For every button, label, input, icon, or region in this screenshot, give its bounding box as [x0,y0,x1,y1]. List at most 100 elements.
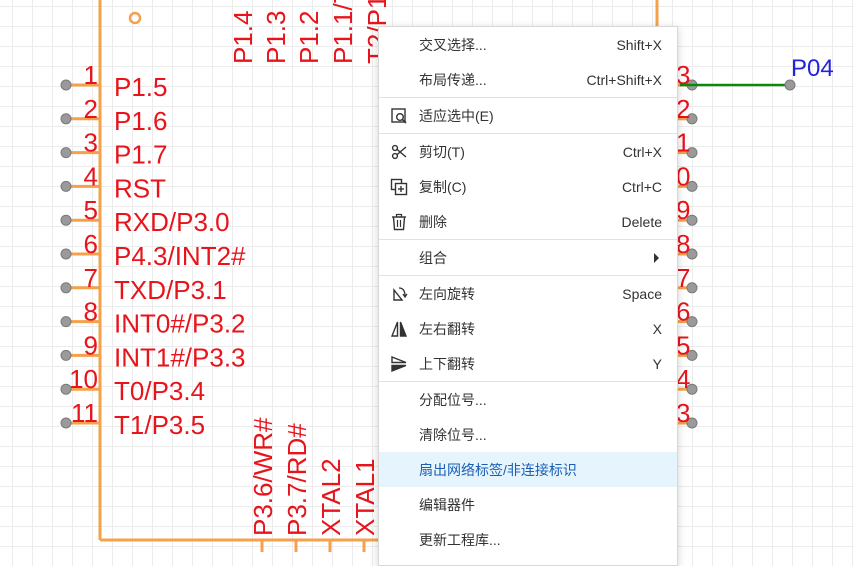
left-pin-dot[interactable] [60,282,72,294]
left-pin-name: RST [114,173,166,203]
menu-item[interactable]: 复制(C) Ctrl+C [379,169,677,204]
menu-item[interactable]: 剪切(T) Ctrl+X [379,134,677,169]
left-pin-dot[interactable] [60,113,72,125]
left-pin-dot[interactable] [60,349,72,361]
menu-item[interactable]: 左右翻转 X [379,311,677,346]
menu-item-label: 复制(C) [419,178,467,195]
menu-item-shortcut: Ctrl+C [621,178,662,195]
left-pin-number: 9 [84,330,98,360]
menu-item-label: 布局传递... [419,71,487,88]
flip-vertical-icon [379,346,419,381]
copy-icon [379,169,419,204]
menu-item-label: 左右翻转 [419,320,475,337]
menu-item-shortcut: Ctrl+X [622,143,662,160]
context-menu: 交叉选择... Shift+X 布局传递... Ctrl+Shift+X 适应选中(E)… [378,26,678,566]
menu-item-shortcut: Delete [621,213,662,230]
left-pin-name: TXD/P3.1 [114,275,227,305]
submenu-arrow-icon [654,253,659,263]
left-pin-number: 8 [84,297,98,327]
menu-item[interactable]: 删除 Delete [379,204,677,239]
left-pin-number: 3 [84,128,98,158]
menu-item-label: 编辑器件 [419,496,475,513]
top-pin-name: P1.4 [228,11,258,65]
menu-item-label: 更新工程库... [419,531,501,548]
flip-horizontal-icon [379,311,419,346]
left-pin-name: P1.5 [114,72,168,102]
net-label[interactable]: P04 [791,55,834,82]
menu-item-label: 扇出网络标签/非连接标识 [419,461,577,478]
left-pin-name: P1.6 [114,106,168,136]
menu-item[interactable]: 组合 [379,240,677,275]
menu-icon-slot [379,27,419,62]
left-pin-number: 2 [84,94,98,124]
bottom-pin-name: P3.6/WR# [248,417,278,536]
right-pin-number: 1 [676,128,690,158]
rotate-left-icon [379,276,419,311]
left-pin-number: 5 [84,195,98,225]
menu-item[interactable]: 交叉选择... Shift+X [379,27,677,62]
left-pin-dot[interactable] [60,79,72,91]
left-pin-number: 7 [84,263,98,293]
right-pin-number: 4 [676,364,690,394]
menu-item[interactable]: 扇出网络标签/非连接标识 [379,452,677,487]
menu-item[interactable]: 编辑器件 [379,487,677,522]
left-pin-name: INT1#/P3.3 [114,342,246,372]
right-pin-number: 6 [676,297,690,327]
left-pin-dot[interactable] [60,248,72,260]
menu-item-label: 左向旋转 [419,285,475,302]
left-pin-number: 4 [84,161,98,191]
right-pin-number: 0 [676,161,690,191]
left-pin-name: P1.7 [114,140,168,170]
menu-item-label: 清除位号... [419,426,487,443]
left-pin-name: RXD/P3.0 [114,207,230,237]
left-pin-number: 10 [69,364,98,394]
left-pin-dot[interactable] [60,214,72,226]
right-pin-number: 9 [676,195,690,225]
menu-item-label: 剪切(T) [419,143,465,160]
left-pin-dot[interactable] [60,417,72,429]
bottom-pin-name: XTAL2 [316,458,346,536]
right-pin-number: 2 [676,94,690,124]
menu-item[interactable]: 清除位号... [379,417,677,452]
left-pin-number: 1 [84,60,98,90]
menu-item[interactable]: 上下翻转 Y [379,346,677,381]
right-pin-number: 5 [676,330,690,360]
zoom-fit-selection-icon [379,98,419,133]
top-pin-name: P1.1/T2EX [328,0,358,64]
menu-item-label: 分配位号... [419,391,487,408]
left-pin-dot[interactable] [60,147,72,159]
left-pin-number: 6 [84,229,98,259]
menu-item-label: 组合 [419,249,447,266]
menu-item[interactable]: 适应选中(E) [379,98,677,133]
menu-item-shortcut: X [652,320,662,337]
bottom-pin-name: XTAL1 [350,458,380,536]
menu-item-label: 交叉选择... [419,36,487,53]
left-pin-name: T1/P3.5 [114,410,205,440]
menu-icon-slot [379,417,419,452]
left-pin-number: 11 [71,398,98,428]
right-pin-number: 8 [676,229,690,259]
right-pin-number: 3 [676,398,690,428]
menu-item[interactable]: 左向旋转 Space [379,276,677,311]
left-pin-name: P4.3/INT2# [114,241,246,271]
menu-item-label: 上下翻转 [419,355,475,372]
menu-icon-slot [379,382,419,417]
right-pin-number: 7 [676,263,690,293]
left-pin-dot[interactable] [60,316,72,328]
menu-item[interactable]: 分配位号... [379,382,677,417]
menu-item-shortcut: Ctrl+Shift+X [586,71,662,88]
menu-item-shortcut: Space [622,285,662,302]
scissors-icon [379,134,419,169]
menu-item-shortcut: Y [652,355,662,372]
left-pin-name: T0/P3.4 [114,376,205,406]
bottom-pin-name: P3.7/RD# [282,423,312,536]
pin1-marker [128,11,142,25]
menu-item[interactable]: 布局传递... Ctrl+Shift+X [379,62,677,97]
menu-item-label: 删除 [419,213,447,230]
menu-icon-slot [379,62,419,97]
menu-item-label: 适应选中(E) [419,107,494,124]
menu-icon-slot [379,487,419,522]
left-pin-dot[interactable] [60,180,72,192]
trash-icon [379,204,419,239]
top-pin-name: P1.2 [294,11,324,65]
